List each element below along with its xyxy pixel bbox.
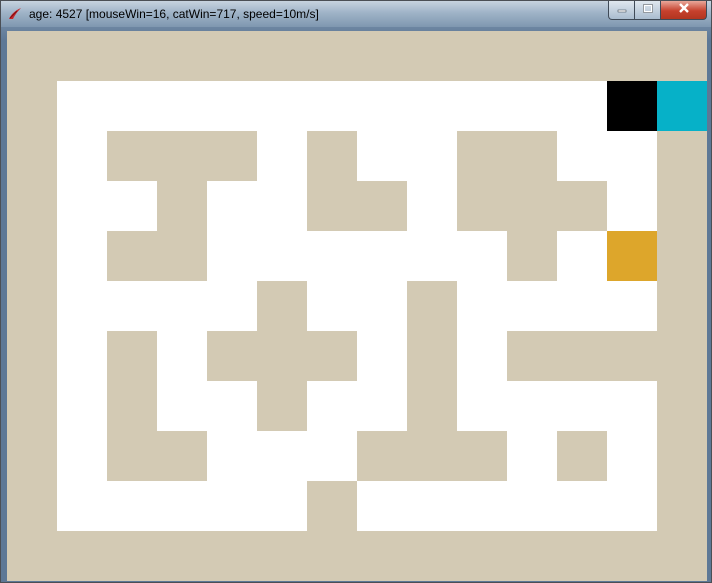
floor-cell — [357, 81, 407, 131]
floor-cell — [407, 131, 457, 181]
maze-canvas — [7, 31, 707, 581]
floor-cell — [207, 381, 257, 431]
floor-cell — [57, 231, 107, 281]
floor-cell — [607, 381, 657, 431]
floor-cell — [307, 231, 357, 281]
floor-cell — [407, 231, 457, 281]
floor-cell — [257, 181, 307, 231]
floor-cell — [457, 81, 507, 131]
floor-cell — [457, 381, 507, 431]
floor-cell — [457, 331, 507, 381]
floor-cell — [157, 281, 207, 331]
floor-cell — [157, 81, 207, 131]
floor-cell — [357, 331, 407, 381]
floor-cell — [257, 231, 307, 281]
tk-feather-icon — [7, 6, 23, 22]
floor-cell — [407, 81, 457, 131]
floor-cell — [607, 431, 657, 481]
floor-cell — [457, 231, 507, 281]
floor-cell — [357, 481, 407, 531]
floor-cell — [157, 331, 207, 381]
cheese-target — [607, 231, 657, 281]
floor-cell — [57, 431, 107, 481]
floor-cell — [507, 481, 557, 531]
floor-cell — [57, 281, 107, 331]
floor-cell — [357, 131, 407, 181]
cat-agent — [607, 81, 657, 131]
close-icon — [677, 1, 691, 19]
floor-cell — [557, 231, 607, 281]
floor-cell — [607, 481, 657, 531]
floor-cell — [107, 281, 157, 331]
floor-cell — [307, 81, 357, 131]
floor-cell — [607, 181, 657, 231]
floor-cell — [307, 281, 357, 331]
window-controls — [608, 1, 707, 20]
floor-cell — [607, 281, 657, 331]
minimize-icon — [616, 1, 628, 19]
floor-cell — [307, 431, 357, 481]
floor-cell — [107, 81, 157, 131]
floor-cell — [307, 381, 357, 431]
floor-cell — [107, 481, 157, 531]
floor-cell — [507, 281, 557, 331]
floor-cell — [157, 381, 207, 431]
floor-cell — [507, 431, 557, 481]
app-window: age: 4527 [mouseWin=16, catWin=717, spee… — [0, 0, 712, 583]
floor-cell — [557, 381, 607, 431]
floor-cell — [457, 281, 507, 331]
floor-cell — [557, 281, 607, 331]
floor-cell — [107, 181, 157, 231]
mouse-agent — [657, 81, 707, 131]
maximize-button[interactable] — [635, 1, 661, 20]
floor-cell — [57, 381, 107, 431]
floor-cell — [57, 481, 107, 531]
floor-cell — [407, 181, 457, 231]
floor-cell — [157, 481, 207, 531]
floor-cell — [357, 281, 407, 331]
floor-cell — [207, 231, 257, 281]
floor-cell — [207, 431, 257, 481]
floor-cell — [357, 381, 407, 431]
floor-cell — [557, 481, 607, 531]
floor-cell — [457, 481, 507, 531]
close-button[interactable] — [661, 1, 707, 20]
floor-cell — [257, 481, 307, 531]
floor-cell — [57, 331, 107, 381]
floor-cell — [57, 81, 107, 131]
floor-cell — [207, 81, 257, 131]
floor-cell — [257, 431, 307, 481]
floor-cell — [257, 81, 307, 131]
floor-cell — [257, 131, 307, 181]
floor-cell — [57, 181, 107, 231]
floor-cell — [357, 231, 407, 281]
window-title: age: 4527 [mouseWin=16, catWin=717, spee… — [29, 7, 319, 21]
maximize-icon — [642, 1, 654, 19]
floor-cell — [507, 81, 557, 131]
floor-cell — [407, 481, 457, 531]
floor-cell — [607, 131, 657, 181]
floor-cell — [207, 181, 257, 231]
floor-cell — [57, 131, 107, 181]
floor-cell — [207, 281, 257, 331]
floor-cell — [557, 81, 607, 131]
minimize-button[interactable] — [608, 1, 635, 20]
floor-cell — [557, 131, 607, 181]
floor-cell — [207, 481, 257, 531]
title-bar[interactable]: age: 4527 [mouseWin=16, catWin=717, spee… — [1, 1, 711, 27]
floor-cell — [507, 381, 557, 431]
